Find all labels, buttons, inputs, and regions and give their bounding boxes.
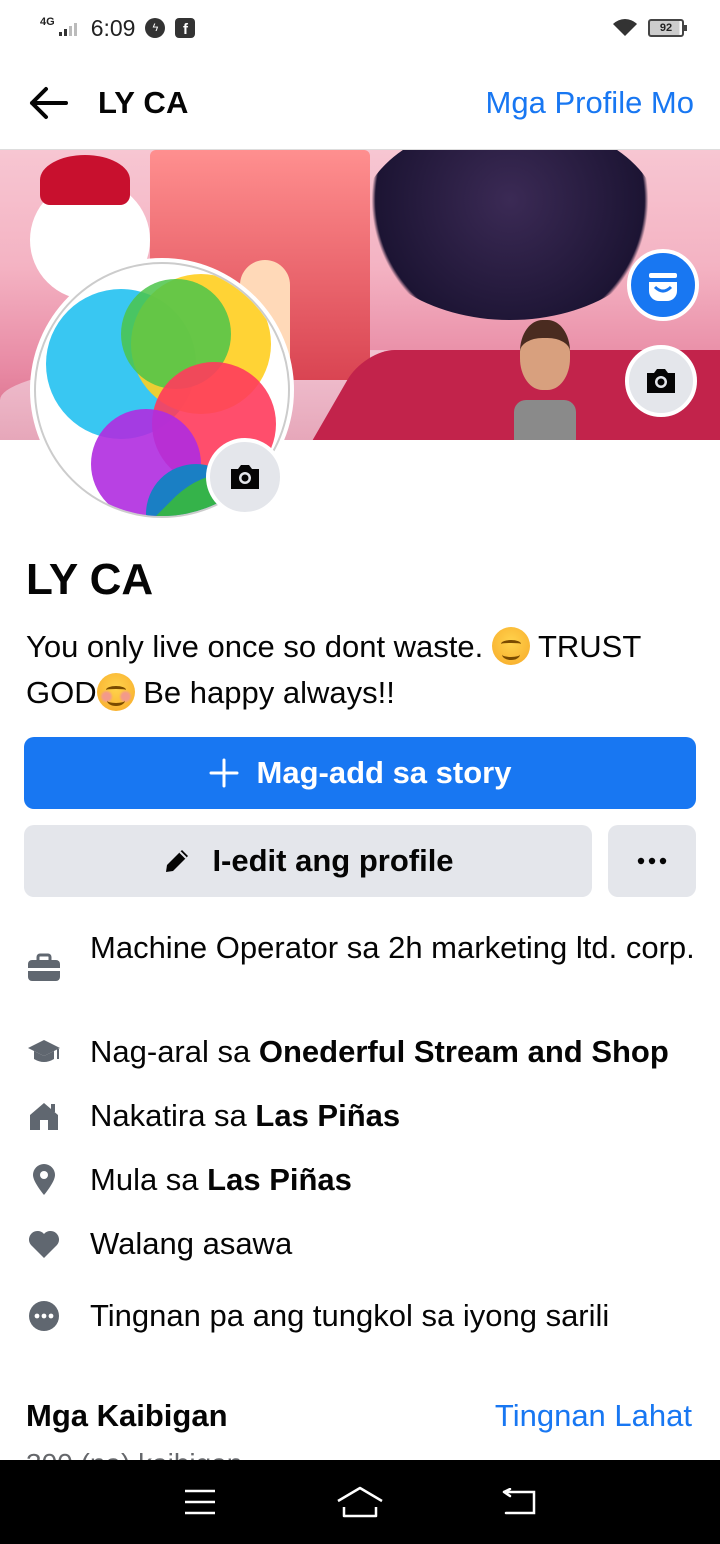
cover-night-sky [360,150,660,320]
top-bar: LY CA Mga Profile Mo [0,56,720,150]
cover-camera-button[interactable] [625,345,697,417]
more-options-button[interactable] [608,825,696,897]
detail-work: Machine Operator sa 2h marketing ltd. co… [24,925,695,991]
detail-lives-in: Nakatira sa Las Piñas [24,1093,400,1139]
status-left: 4G 6:09 ϟ f [40,14,196,42]
wifi-icon [613,19,637,36]
detail-see-more-text: Tingnan pa ang tungkol sa iyong sarili [90,1298,610,1333]
home-icon [24,1093,64,1139]
detail-hometown: Mula sa Las Piñas [24,1157,352,1203]
camera-icon [647,369,675,393]
profile-bio: You only live once so dont waste. TRUST … [26,624,698,716]
signal-icon [58,20,77,36]
detail-lives-place[interactable]: Las Piñas [255,1098,400,1133]
back-nav-button[interactable] [490,1472,550,1532]
clock: 6:09 [90,14,136,41]
detail-from-prefix: Mula sa [90,1162,208,1197]
battery-level: 92 [659,22,673,34]
add-story-label: Mag-add sa story [256,755,512,790]
messenger-notification-icon: ϟ [145,18,166,38]
network-type: 4G [40,15,55,28]
graduation-cap-icon [24,1029,64,1075]
detail-education-place[interactable]: Onederful Stream and Shop [259,1034,669,1069]
bio-text-3: Be happy always!! [134,675,395,710]
detail-relationship-text: Walang asawa [90,1226,293,1261]
detail-education-prefix: Nag-aral sa [90,1034,259,1069]
pencil-icon [166,850,189,872]
home-nav-button[interactable] [330,1472,390,1532]
edit-profile-button[interactable]: I-edit ang profile [24,825,592,897]
edit-profile-label: I-edit ang profile [212,843,454,878]
camera-icon [231,465,259,489]
heart-icon [24,1221,64,1267]
detail-lives-prefix: Nakatira sa [90,1098,256,1133]
profile-name: LY CA [26,555,154,604]
recent-apps-button[interactable] [170,1472,230,1532]
smiling-face-emoji-icon [491,627,530,665]
ellipsis-circle-icon [24,1293,64,1339]
back-nav-icon [502,1488,536,1515]
friends-section-title: Mga Kaibigan [26,1398,228,1433]
back-button[interactable] [26,81,70,125]
battery-icon: 92 [648,19,687,37]
menu-icon [185,1489,215,1515]
cover-avatar-head [520,320,570,390]
avatar-icon [649,273,677,301]
location-pin-icon [24,1157,64,1203]
status-right: 92 [612,18,687,38]
briefcase-icon [24,945,64,991]
add-story-button[interactable]: Mag-add sa story [24,737,696,809]
detail-see-more[interactable]: Tingnan pa ang tungkol sa iyong sarili [24,1293,609,1339]
system-navigation-bar [0,1460,720,1544]
back-arrow-icon [30,86,68,119]
more-icon [637,857,667,865]
detail-work-text: Machine Operator sa 2h marketing ltd. co… [90,930,695,965]
cover-avatar-body [514,400,576,440]
detail-from-place[interactable]: Las Piñas [207,1162,352,1197]
page-title: LY CA [98,84,189,120]
see-all-friends-link[interactable]: Tingnan Lahat [495,1398,692,1434]
bio-text-1: You only live once so dont waste. [26,629,484,664]
status-bar: 4G 6:09 ϟ f 92 [0,0,720,56]
relieved-face-emoji-icon [96,673,135,711]
your-profiles-link[interactable]: Mga Profile Mo [486,85,694,121]
profile-camera-button[interactable] [206,438,284,516]
detail-relationship: Walang asawa [24,1221,292,1267]
plus-icon [209,758,239,788]
avatar-button[interactable] [627,249,699,321]
home-nav-icon [337,1486,383,1518]
detail-education: Nag-aral sa Onederful Stream and Shop [24,1029,669,1075]
facebook-notification-icon: f [175,18,196,38]
